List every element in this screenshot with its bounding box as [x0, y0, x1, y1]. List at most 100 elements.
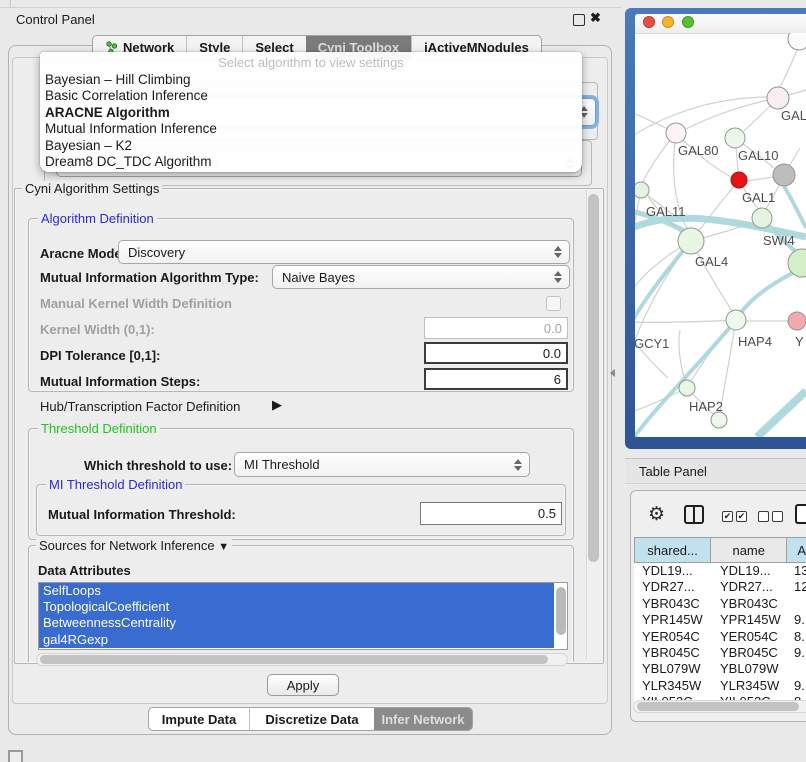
mi-steps-label: Mutual Information Steps: — [40, 374, 200, 389]
list-item[interactable]: BetweennessCentrality — [39, 615, 554, 631]
node-gal1[interactable] — [752, 208, 772, 228]
algorithm-option-basic-correlation[interactable]: Basic Correlation Inference — [40, 88, 582, 104]
algorithm-dropdown-placeholder: Select algorithm to view settings — [40, 52, 582, 72]
node-label: GAL4 — [695, 254, 728, 269]
mi-type-combo[interactable]: Naive Bayes — [272, 265, 570, 289]
dock-panel-icon[interactable] — [8, 750, 23, 762]
tab-discretize-data[interactable]: Discretize Data — [249, 708, 374, 730]
node-label: GAL11 — [646, 204, 686, 219]
node-gal80[interactable] — [666, 123, 686, 143]
table-settings-gear-icon[interactable]: ⚙ — [648, 503, 665, 526]
table-row[interactable]: YLR345WYLR345W9. — [634, 678, 806, 694]
splitter-collapse-icon[interactable] — [610, 369, 615, 377]
hub-definition-label: Hub/Transcription Factor Definition — [40, 399, 240, 414]
node[interactable] — [711, 412, 727, 428]
node-selected-red[interactable] — [731, 172, 747, 188]
table-row[interactable]: YDR27...YDR27...12 — [634, 579, 806, 595]
list-item[interactable]: SelfLoops — [39, 583, 554, 599]
close-panel-icon[interactable]: ✖ — [590, 10, 601, 26]
node-label: GCY1 — [635, 336, 669, 351]
node-label: GAL10 — [738, 148, 778, 163]
kernel-width-field: 0.0 — [424, 317, 568, 339]
tab-infer-network[interactable]: Infer Network — [374, 708, 472, 730]
node-label: Y — [795, 334, 804, 349]
which-threshold-combo[interactable]: MI Threshold — [234, 452, 530, 477]
tab-impute-data[interactable]: Impute Data — [149, 708, 249, 730]
kernel-width-label: Kernel Width (0,1): — [40, 322, 155, 337]
table-row[interactable]: YBR045CYBR045C9. — [634, 645, 806, 661]
node-gray[interactable] — [773, 164, 795, 186]
mi-threshold-label: Mutual Information Threshold: — [48, 507, 236, 522]
threshold-definition-title: Threshold Definition — [38, 421, 160, 436]
node-hap4[interactable] — [726, 310, 746, 330]
column-layout-icon[interactable] — [684, 505, 704, 524]
table-row[interactable]: YBL079WYBL079W — [634, 661, 806, 677]
node-gal4[interactable] — [678, 228, 704, 254]
list-hscrollbar-thumb[interactable] — [40, 655, 548, 664]
node-label: HAP4 — [738, 334, 772, 349]
new-table-icon[interactable] — [795, 504, 806, 524]
network-window-titlebar[interactable] — [635, 14, 806, 34]
algorithm-option-aracne[interactable]: ARACNE Algorithm — [40, 105, 582, 121]
node-label: GAL80 — [678, 143, 718, 158]
algorithm-option-mutual-information[interactable]: Mutual Information Inference — [40, 121, 582, 137]
close-window-icon[interactable] — [643, 16, 655, 28]
mi-type-label: Mutual Information Algorithm Type: — [40, 270, 259, 285]
combo-arrows-icon — [513, 453, 523, 476]
aracne-mode-combo[interactable]: Discovery — [118, 240, 570, 264]
hub-expand-icon[interactable]: ▶ — [272, 397, 282, 413]
aracne-mode-label: Aracne Mode: — [40, 246, 126, 261]
column-header-shared-name[interactable]: shared... — [635, 538, 711, 562]
list-item[interactable]: gal4RGexp — [39, 632, 554, 648]
which-threshold-label: Which threshold to use: — [84, 458, 232, 473]
node-hap2[interactable] — [679, 380, 695, 396]
combo-arrows-icon — [553, 266, 563, 288]
table-row[interactable]: YBR043CYBR043C — [634, 596, 806, 612]
node-label: GAL — [781, 108, 806, 123]
algorithm-option-bayesian-k2[interactable]: Bayesian – K2 — [40, 138, 582, 154]
algorithm-dropdown-popup: Select algorithm to view settings Bayesi… — [40, 52, 582, 172]
network-canvas[interactable]: GAL GAL80 GAL10 GAL1 GAL11 SWI4 GAL4 GCY… — [635, 33, 806, 437]
deselect-all-checkboxes-icon[interactable] — [758, 511, 783, 522]
cyni-algorithm-settings-title: Cyni Algorithm Settings — [22, 181, 162, 196]
settings-scrollbar-thumb[interactable] — [588, 194, 599, 562]
apply-button[interactable]: Apply — [267, 674, 339, 696]
table-rows: YDL19...YDL19...13 YDR27...YDR27...12 YB… — [634, 563, 806, 703]
algorithm-option-bayesian-hill[interactable]: Bayesian – Hill Climbing — [40, 72, 582, 88]
column-header-partial[interactable]: A — [787, 538, 806, 562]
dpi-tolerance-label: DPI Tolerance [0,1]: — [40, 348, 160, 363]
float-panel-icon[interactable] — [573, 14, 585, 26]
top-divider — [0, 7, 622, 8]
table-row[interactable]: YER054CYER054C8. — [634, 629, 806, 645]
table-header-row: shared... name A — [634, 537, 806, 563]
node-label: GAL1 — [742, 190, 775, 205]
select-all-checkboxes-icon[interactable]: ✔ ✔ — [722, 511, 747, 522]
node-label: HAP2 — [689, 399, 723, 414]
maximize-window-icon[interactable] — [682, 16, 694, 28]
bottom-tabbar: Impute Data Discretize Data Infer Networ… — [148, 707, 473, 731]
data-attributes-list[interactable]: SelfLoops TopologicalCoefficient Between… — [38, 582, 568, 650]
node[interactable] — [788, 33, 806, 50]
node-salmon[interactable] — [788, 312, 806, 330]
mi-threshold-field[interactable]: 0.5 — [420, 502, 562, 525]
table-row[interactable]: YDL19...YDL19...13 — [634, 563, 806, 579]
dpi-tolerance-field[interactable]: 0.0 — [424, 342, 568, 364]
mi-steps-field[interactable]: 6 — [424, 368, 568, 390]
mi-threshold-group-title: MI Threshold Definition — [46, 477, 185, 492]
node-gal11[interactable] — [635, 182, 649, 198]
algorithm-option-dream8[interactable]: Dream8 DC_TDC Algorithm — [40, 154, 582, 170]
column-header-name[interactable]: name — [711, 538, 787, 562]
node[interactable] — [767, 87, 789, 109]
sources-collapse-icon[interactable]: ▼ — [218, 541, 229, 553]
table-hscrollbar-thumb[interactable] — [637, 702, 799, 711]
manual-kernel-checkbox — [546, 296, 561, 311]
combo-arrows-icon — [553, 241, 563, 263]
sources-group-title: Sources for Network Inference ▼ — [36, 538, 232, 553]
list-scrollbar-thumb[interactable] — [556, 587, 566, 635]
manual-kernel-label: Manual Kernel Width Definition — [40, 296, 232, 311]
list-item[interactable]: TopologicalCoefficient — [39, 599, 554, 615]
minimize-window-icon[interactable] — [662, 16, 674, 28]
data-attributes-label: Data Attributes — [38, 563, 131, 578]
table-row[interactable]: YPR145WYPR145W9. — [634, 612, 806, 628]
node-gal10[interactable] — [725, 128, 745, 148]
